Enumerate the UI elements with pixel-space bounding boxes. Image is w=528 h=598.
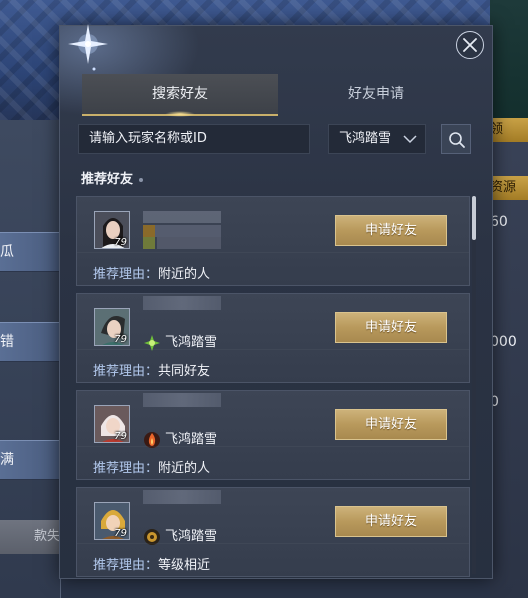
list-item: 79 申请好友 推荐理由：附近的人 bbox=[76, 196, 470, 286]
level-badge: 79 bbox=[114, 334, 127, 345]
avatar[interactable]: 79 bbox=[94, 405, 130, 443]
blurred-player-name bbox=[143, 296, 221, 310]
recommend-header-decoration bbox=[139, 178, 143, 182]
background-right-value: 60 bbox=[490, 214, 508, 230]
server-dropdown-value: 飞鸿踏雪 bbox=[339, 131, 392, 146]
avatar[interactable]: 79 bbox=[94, 308, 130, 346]
blurred-player-name bbox=[143, 490, 221, 504]
tab-friend-requests[interactable]: 好友申请 bbox=[278, 74, 474, 114]
flame-faction-icon bbox=[144, 432, 160, 448]
search-icon bbox=[449, 132, 465, 148]
reason-value: 附近的人 bbox=[158, 461, 211, 476]
background-left-row: 错 bbox=[0, 322, 60, 362]
background-right-value: 000 bbox=[490, 334, 517, 350]
beast-faction-icon bbox=[144, 529, 160, 545]
background-left-row: 满 bbox=[0, 440, 60, 480]
server-dropdown[interactable]: 飞鸿踏雪 bbox=[328, 124, 426, 154]
star-icon bbox=[64, 20, 112, 76]
player-server: 飞鸿踏雪 bbox=[165, 529, 218, 544]
level-badge: 79 bbox=[114, 528, 127, 539]
reason-label: 推荐理由： bbox=[93, 364, 159, 379]
background-pillar bbox=[490, 0, 528, 120]
avatar[interactable]: 79 bbox=[94, 502, 130, 540]
blurred-player-name bbox=[143, 211, 221, 251]
player-server: 飞鸿踏雪 bbox=[165, 335, 218, 350]
chevron-down-icon bbox=[403, 135, 417, 144]
reason-label: 推荐理由： bbox=[93, 267, 159, 282]
background-left-row: 瓜 bbox=[0, 232, 60, 272]
background-right-value: 0 bbox=[490, 394, 499, 410]
close-button[interactable] bbox=[456, 31, 484, 59]
recommend-reason: 推荐理由：附近的人 bbox=[93, 457, 210, 476]
apply-friend-button[interactable]: 申请好友 bbox=[335, 312, 447, 343]
list-scrollbar[interactable] bbox=[472, 196, 476, 574]
leaf-faction-icon bbox=[144, 335, 160, 351]
background-right-tag: 领 bbox=[490, 118, 528, 142]
recommend-reason: 推荐理由：附近的人 bbox=[93, 263, 210, 282]
level-badge: 79 bbox=[114, 237, 127, 248]
apply-friend-button[interactable]: 申请好友 bbox=[335, 506, 447, 537]
list-item: 79 飞鸿踏雪 申请好友 推荐理由：共同好友 bbox=[76, 293, 470, 383]
reason-label: 推荐理由： bbox=[93, 461, 159, 476]
search-input[interactable]: 请输入玩家名称或ID bbox=[78, 124, 310, 154]
search-button[interactable] bbox=[441, 124, 471, 154]
apply-friend-button[interactable]: 申请好友 bbox=[335, 215, 447, 246]
reason-value: 等级相近 bbox=[158, 558, 211, 573]
close-icon bbox=[463, 38, 477, 52]
list-item: 79 飞鸿踏雪 申请好友 推荐理由：附近的人 bbox=[76, 390, 470, 480]
reason-label: 推荐理由： bbox=[93, 558, 159, 573]
background-left-button: 款失 bbox=[0, 520, 60, 554]
tab-search-friends[interactable]: 搜索好友 bbox=[82, 74, 278, 116]
reason-value: 共同好友 bbox=[158, 364, 211, 379]
player-server: 飞鸿踏雪 bbox=[165, 432, 218, 447]
reason-value: 附近的人 bbox=[158, 267, 211, 282]
recommend-reason: 推荐理由：共同好友 bbox=[93, 360, 210, 379]
level-badge: 79 bbox=[114, 431, 127, 442]
recommend-list[interactable]: 79 申请好友 推荐理由：附近的人 79 飞鸿踏雪 申请好友 推荐理由：共同好友… bbox=[76, 193, 472, 577]
background-right-tag: 资源 bbox=[490, 176, 528, 200]
recommend-header: 推荐好友 bbox=[81, 172, 134, 187]
recommend-reason: 推荐理由：等级相近 bbox=[93, 554, 210, 573]
list-item: 79 飞鸿踏雪 申请好友 推荐理由：等级相近 bbox=[76, 487, 470, 577]
blurred-player-name bbox=[143, 393, 221, 407]
apply-friend-button[interactable]: 申请好友 bbox=[335, 409, 447, 440]
avatar[interactable]: 79 bbox=[94, 211, 130, 249]
scrollbar-thumb[interactable] bbox=[472, 196, 476, 240]
tab-active-glow bbox=[165, 111, 195, 117]
